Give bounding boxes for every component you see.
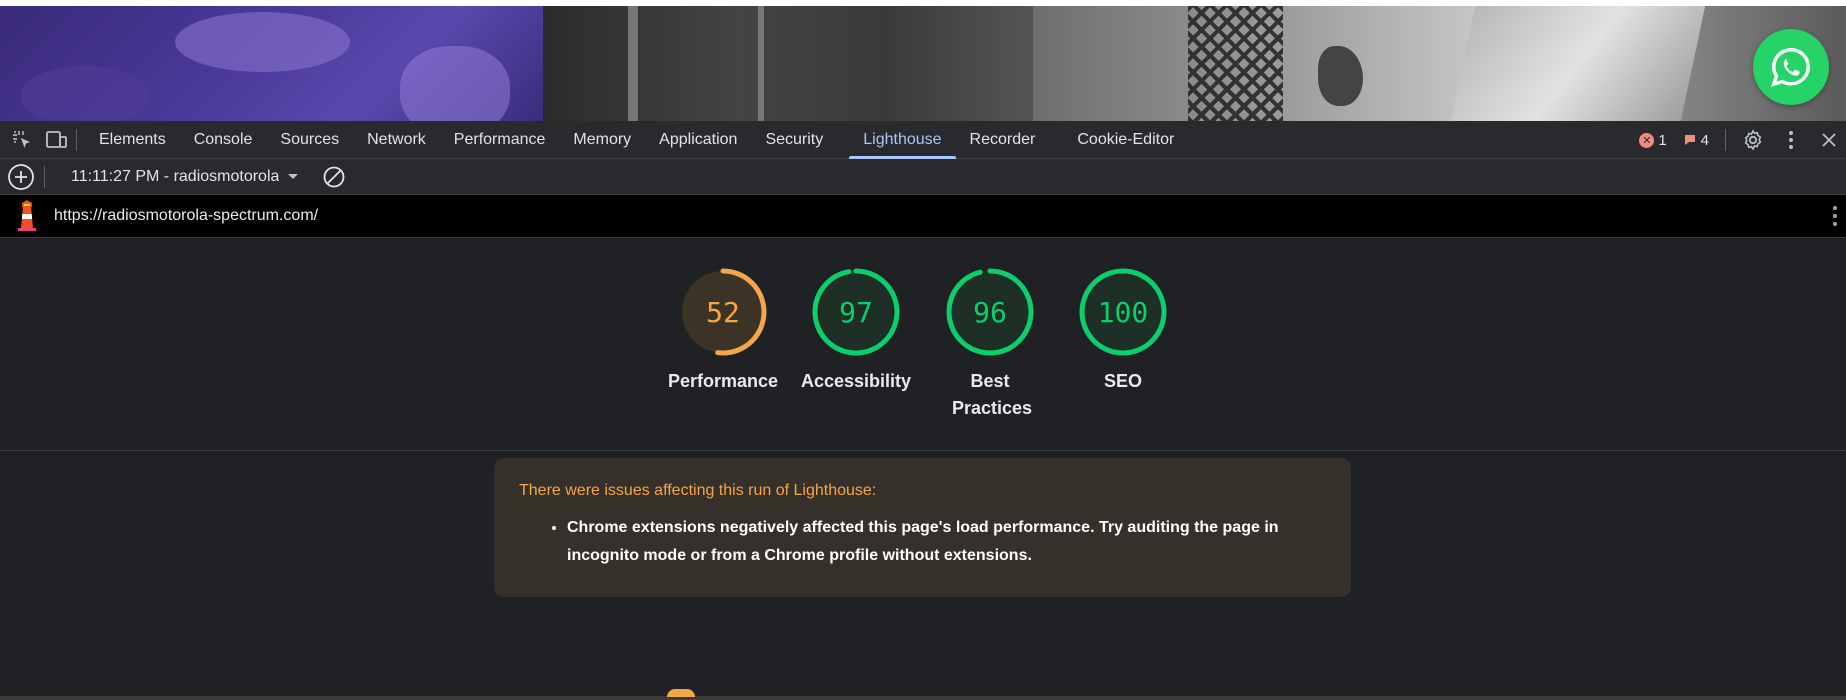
gauge-best-practices[interactable]: 96 Best Practices <box>930 266 1050 422</box>
score-gauges: 52 Performance 97 Accessibility 96 Best Pract… <box>0 238 1846 451</box>
whatsapp-button[interactable] <box>1753 29 1829 105</box>
device-toolbar-icon[interactable] <box>44 128 68 152</box>
error-count: 1 <box>1658 131 1667 149</box>
report-url-bar: https://radiosmotorola-spectrum.com/ <box>0 195 1846 238</box>
website-banner <box>0 0 1846 121</box>
right-divider <box>1725 129 1726 151</box>
report-body: There were issues affecting this run of … <box>0 451 1846 700</box>
warning-item: Chrome extensions negatively affected th… <box>567 514 1326 570</box>
gauge-ring: 96 <box>946 268 1034 356</box>
caret-down-icon <box>288 173 298 179</box>
tabbar-right-controls: ✕ 1 4 <box>1633 121 1846 159</box>
tab-lighthouse[interactable]: Lighthouse <box>849 121 956 159</box>
gauge-seo[interactable]: 100 SEO <box>1063 266 1183 395</box>
gauge-score: 96 <box>973 296 1007 329</box>
gauge-ring: 97 <box>812 268 900 356</box>
report-run-select[interactable]: 11:11:27 PM - radiosmotorola-spectrum.co… <box>71 168 306 186</box>
tabbar-divider <box>76 128 77 151</box>
gear-icon[interactable] <box>1736 128 1770 152</box>
tab-elements[interactable]: Elements <box>85 121 180 159</box>
warning-title: There were issues affecting this run of … <box>519 482 877 499</box>
lighthouse-toolbar: 11:11:27 PM - radiosmotorola-spectrum.co… <box>0 159 1846 195</box>
issue-flag-icon <box>1684 135 1695 145</box>
warning-list: Chrome extensions negatively affected th… <box>519 514 1326 570</box>
whatsapp-icon <box>1771 48 1810 87</box>
banner-image-tower <box>1033 6 1846 121</box>
lighthouse-icon <box>14 200 40 232</box>
gauge-performance[interactable]: 52 Performance <box>663 266 783 395</box>
more-vertical-icon[interactable] <box>1832 205 1838 232</box>
gauge-score: 97 <box>839 296 873 329</box>
banner-image-antenna <box>543 6 1033 121</box>
report-run-label: 11:11:27 PM - radiosmotorola-spectrum.co… <box>71 167 279 185</box>
tab-application[interactable]: Application <box>645 121 751 159</box>
partial-gauge-indicator <box>667 689 695 697</box>
tab-network[interactable]: Network <box>353 121 440 159</box>
tab-sources[interactable]: Sources <box>266 121 353 159</box>
gauge-accessibility[interactable]: 97 Accessibility <box>796 266 916 395</box>
gauge-ring: 52 <box>679 268 767 356</box>
tab-performance[interactable]: Performance <box>440 121 560 159</box>
report-url[interactable]: https://radiosmotorola-spectrum.com/ <box>54 207 318 225</box>
gauge-label: Accessibility <box>800 371 912 391</box>
run-warning: There were issues affecting this run of … <box>494 458 1351 597</box>
bottom-divider <box>0 696 1846 700</box>
gauge-label: Performance <box>667 371 779 391</box>
tab-recorder[interactable]: Recorder <box>956 121 1050 159</box>
gauge-score: 100 <box>1098 296 1149 329</box>
issue-count: 4 <box>1700 131 1709 149</box>
error-icon: ✕ <box>1639 132 1655 148</box>
close-icon[interactable] <box>1812 128 1846 152</box>
tab-memory[interactable]: Memory <box>559 121 645 159</box>
devtools-tabbar: Elements Console Sources Network Performance… <box>0 121 1846 159</box>
devtools-tabs: Elements Console Sources Network Performance… <box>85 121 1188 159</box>
toolbar-divider <box>44 165 45 188</box>
tab-cookie-editor[interactable]: Cookie-Editor <box>1063 121 1188 159</box>
add-report-icon[interactable] <box>6 162 36 192</box>
gauge-label: SEO <box>1103 371 1142 391</box>
inspect-element-icon[interactable] <box>10 128 34 152</box>
gauge-score: 52 <box>706 296 740 329</box>
banner-image-purple <box>0 6 543 121</box>
more-vertical-icon[interactable] <box>1774 128 1808 152</box>
clear-icon[interactable] <box>322 165 346 189</box>
gauge-ring: 100 <box>1079 268 1167 356</box>
gauge-label: Best Practices <box>952 371 1033 418</box>
error-badge[interactable]: ✕ 1 <box>1633 132 1672 149</box>
tab-security[interactable]: Security <box>751 121 837 159</box>
tab-console[interactable]: Console <box>180 121 267 159</box>
issues-badge[interactable]: 4 <box>1677 132 1715 149</box>
